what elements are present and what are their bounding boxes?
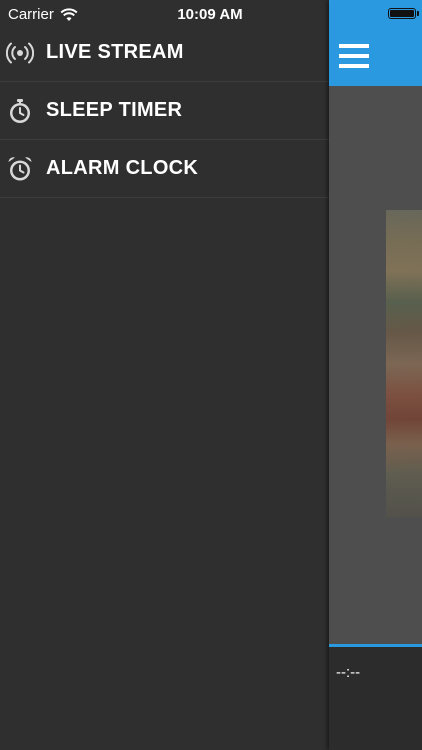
hamburger-menu-icon[interactable] [339,44,371,76]
alarm-clock-icon [6,155,34,183]
playback-time: --:-- [336,664,361,681]
player-bar: --:-- [329,647,422,750]
status-bar: Carrier 10:09 AM [0,0,422,28]
menu-item-label: LIVE STREAM [46,41,184,63]
menu-item-label: ALARM CLOCK [46,157,199,179]
menu-list: LIVE STREAM SLEEP TIMER ALARM CLOCK [0,24,329,198]
menu-item-sleep-timer[interactable]: SLEEP TIMER [0,82,329,140]
hamburger-line [339,64,369,68]
battery-tip [417,11,419,16]
battery-icon [388,8,416,19]
stopwatch-icon [6,97,34,125]
hamburger-line [339,44,369,48]
main-content-panel[interactable]: --:-- [329,0,422,750]
hamburger-line [339,54,369,58]
battery-fill [390,10,414,17]
broadcast-icon [6,39,34,67]
menu-item-alarm-clock[interactable]: ALARM CLOCK [0,140,329,198]
album-artwork [386,210,422,518]
clock-time: 10:09 AM [177,6,243,23]
side-menu: LIVE STREAM SLEEP TIMER ALARM CLOCK [0,0,329,750]
menu-item-label: SLEEP TIMER [46,99,183,121]
menu-item-live-stream[interactable]: LIVE STREAM [0,24,329,82]
